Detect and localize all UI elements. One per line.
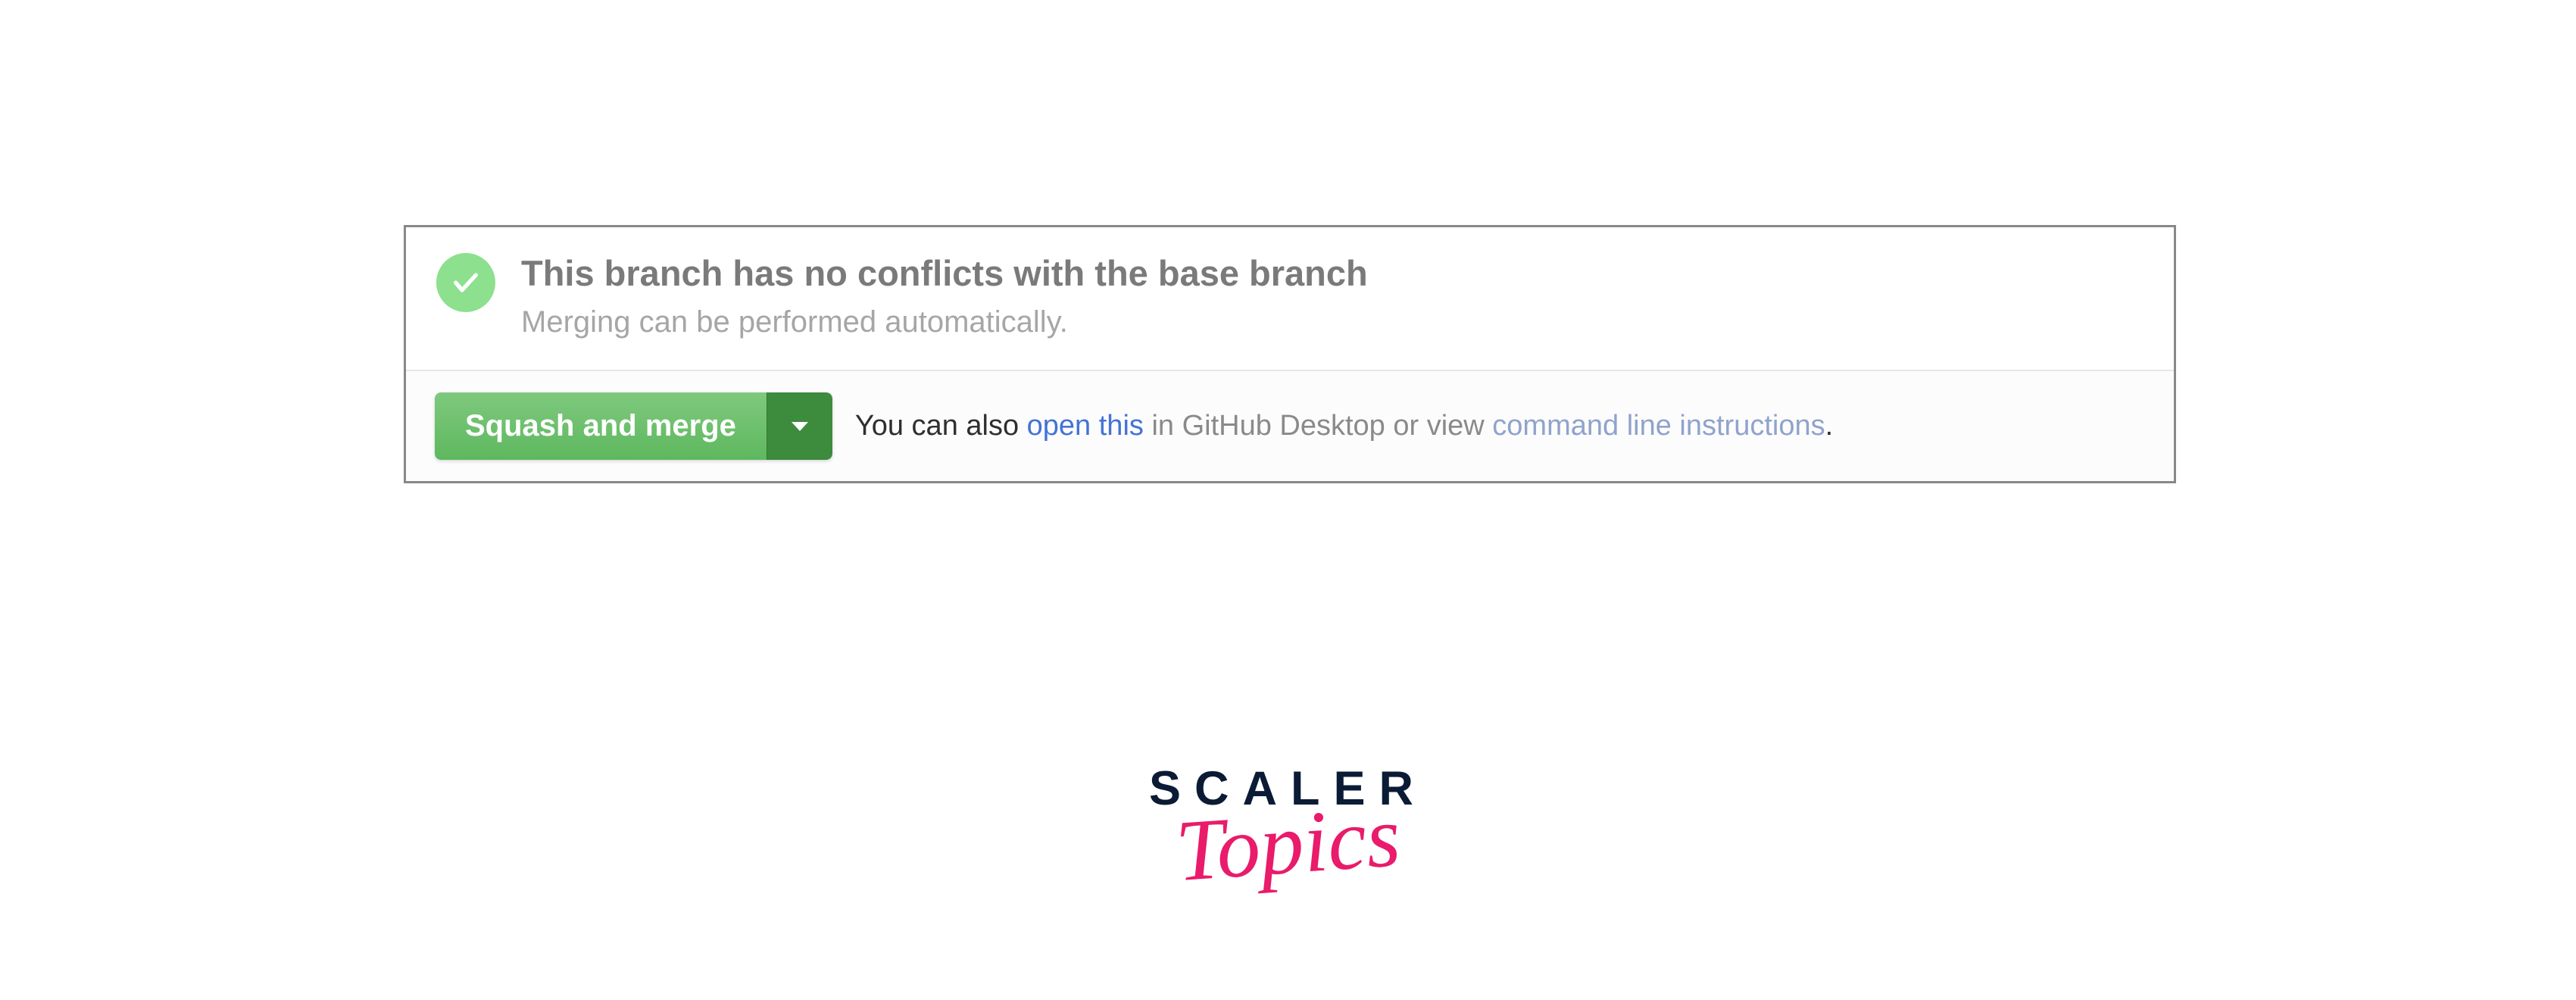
check-success-icon bbox=[436, 253, 495, 312]
status-subtitle: Merging can be performed automatically. bbox=[521, 301, 2144, 343]
merge-hint-text: You can also open this in GitHub Desktop… bbox=[855, 406, 1833, 446]
caret-down-icon bbox=[792, 422, 808, 431]
merge-button-group: Squash and merge bbox=[435, 392, 832, 460]
hint-mid1: in GitHub Desktop bbox=[1144, 410, 1385, 442]
hint-suffix: . bbox=[1825, 410, 1834, 442]
status-section: This branch has no conflicts with the ba… bbox=[406, 227, 2174, 370]
command-line-instructions-link[interactable]: command line instructions bbox=[1492, 410, 1825, 442]
hint-mid2: or view bbox=[1385, 410, 1492, 442]
scaler-topics-logo: SCALER Topics bbox=[1149, 765, 1427, 881]
logo-line2: Topics bbox=[1173, 799, 1402, 889]
open-in-desktop-link[interactable]: open this bbox=[1027, 410, 1144, 442]
status-title: This branch has no conflicts with the ba… bbox=[521, 250, 2144, 296]
action-section: Squash and merge You can also open this … bbox=[406, 370, 2174, 481]
status-text: This branch has no conflicts with the ba… bbox=[521, 250, 2144, 343]
squash-and-merge-button[interactable]: Squash and merge bbox=[435, 392, 767, 460]
hint-prefix: You can also bbox=[855, 410, 1027, 442]
merge-status-panel: This branch has no conflicts with the ba… bbox=[404, 225, 2176, 483]
merge-dropdown-button[interactable] bbox=[767, 392, 832, 460]
